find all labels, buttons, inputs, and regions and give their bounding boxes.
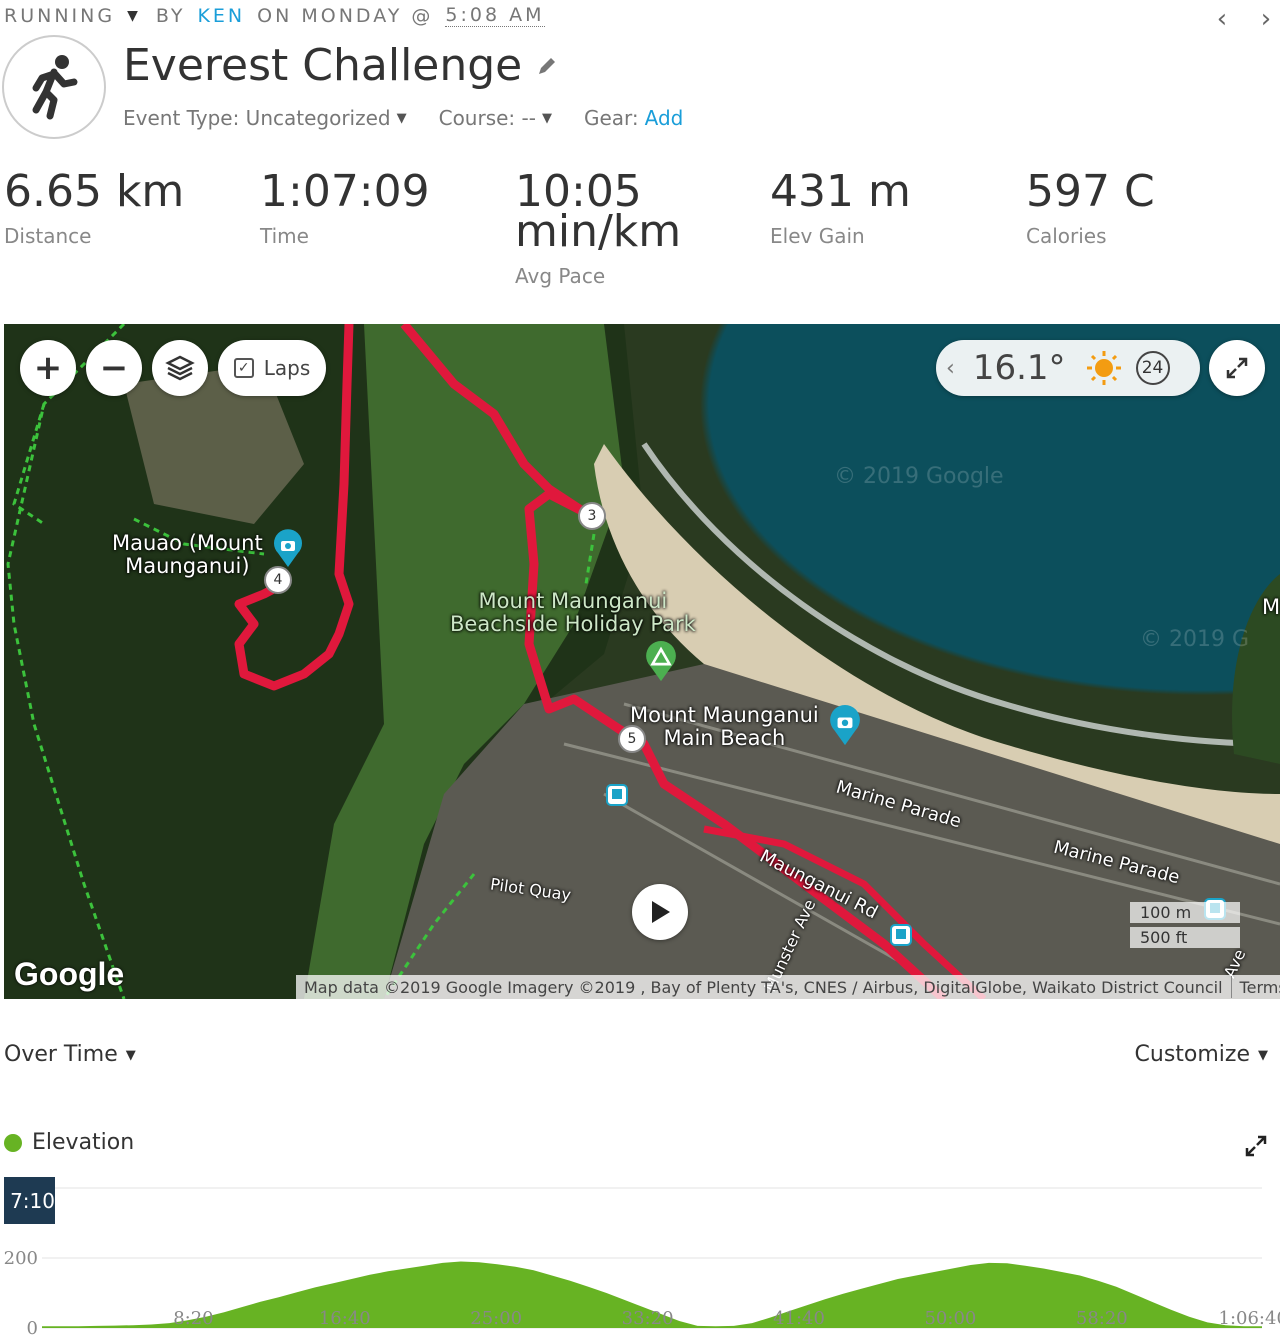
author-link[interactable]: KEN	[197, 5, 245, 27]
stat-elev-gain: 431 m Elev Gain	[770, 166, 911, 249]
edit-pencil-icon[interactable]	[536, 55, 558, 77]
gear-field: Gear: Add	[584, 106, 683, 130]
route-map[interactable]: © 2019 Google © 2019 G + − ✓ Laps ‹ 16.1…	[4, 324, 1280, 999]
customize-label: Customize	[1134, 1042, 1250, 1067]
caret-down-icon: ▼	[541, 110, 552, 126]
add-gear-link[interactable]: Add	[645, 106, 684, 130]
running-activity-icon	[2, 35, 106, 139]
caret-down-icon: ▼	[1258, 1047, 1268, 1063]
layers-icon	[165, 355, 195, 381]
stat-value: 10:05 min/km	[515, 166, 682, 257]
legend-dot-icon	[4, 1133, 22, 1152]
x-tick-label: 1:06:40	[1219, 1308, 1280, 1329]
map-attribution: Map data ©2019 Google Imagery ©2019 , Ba…	[296, 975, 1280, 999]
x-tick-label: 41:40	[773, 1308, 825, 1329]
next-activity-icon[interactable]: ›	[1254, 4, 1278, 34]
map-layers-button[interactable]	[152, 340, 208, 396]
chart-hover-time: 7:10	[4, 1177, 55, 1224]
stat-value: 431 m	[770, 166, 911, 217]
stat-time: 1:07:09 Time	[260, 166, 430, 249]
stat-value: 1:07:09	[260, 166, 430, 217]
stat-label: Avg Pace	[515, 264, 606, 288]
google-logo: Google	[14, 956, 125, 992]
stat-calories: 597 C Calories	[1026, 166, 1155, 249]
start-time[interactable]: 5:08 AM	[445, 4, 545, 27]
x-tick-label: 58:20	[1076, 1308, 1128, 1329]
stat-distance: 6.65 km Distance	[4, 166, 185, 249]
temperature: 16.1°	[972, 348, 1066, 388]
photo-poi-icon[interactable]	[272, 529, 304, 569]
map-watermark: © 2019 Google	[834, 464, 1004, 489]
x-tick-label: 16:40	[319, 1308, 371, 1329]
stat-label: Distance	[4, 224, 92, 248]
lap-marker[interactable]: 4	[264, 566, 292, 594]
event-type-dropdown[interactable]: Event Type: Uncategorized ▼	[123, 106, 407, 130]
sun-icon	[1086, 351, 1121, 385]
scale-imperial: 500 ft	[1130, 927, 1240, 948]
zoom-out-button[interactable]: −	[86, 340, 142, 396]
x-tick-label: 8:20	[173, 1308, 213, 1329]
breadcrumb: RUNNING ▼ BY KEN ON MONDAY @ 5:08 AM	[4, 4, 545, 27]
photo-poi-icon[interactable]	[828, 704, 862, 748]
previous-activity-icon[interactable]: ‹	[1210, 4, 1234, 34]
label-mauao: Mauao (Mount Maunganui)	[112, 531, 263, 578]
laps-toggle[interactable]: ✓ Laps	[218, 340, 326, 396]
divider	[1230, 976, 1232, 998]
lap-marker[interactable]: 3	[578, 502, 606, 530]
weather-widget[interactable]: ‹ 16.1° 24	[936, 340, 1200, 396]
stat-label: Elev Gain	[770, 224, 865, 248]
title-text: Everest Challenge	[123, 40, 523, 91]
chart-expand-icon[interactable]	[1244, 1134, 1268, 1158]
y-tick-label: 0	[27, 1318, 38, 1339]
lap-marker[interactable]: 5	[618, 725, 646, 753]
activity-type-dropdown[interactable]: RUNNING	[4, 5, 115, 27]
checkbox-checked-icon: ✓	[233, 358, 254, 378]
event-type-label: Event Type: Uncategorized	[123, 106, 391, 130]
activity-title: Everest Challenge	[123, 40, 558, 91]
stat-value: 6.65 km	[4, 166, 185, 217]
stat-value: 597 C	[1026, 166, 1155, 217]
campground-poi-icon[interactable]	[644, 640, 678, 684]
hour-badge: 24	[1135, 351, 1170, 385]
caret-down-icon: ▼	[396, 110, 407, 126]
legend-label: Elevation	[32, 1130, 135, 1155]
course-dropdown[interactable]: Course: -- ▼	[439, 106, 552, 130]
caret-down-icon: ▼	[125, 1047, 136, 1063]
expand-icon	[1226, 357, 1248, 379]
map-watermark: © 2019 G	[1140, 627, 1250, 652]
activity-meta-row: Event Type: Uncategorized ▼ Course: -- ▼ G…	[123, 106, 715, 130]
laps-label: Laps	[263, 356, 311, 380]
x-tick-label: 50:00	[924, 1308, 976, 1329]
elevation-chart[interactable]: 02004008:2016:4025:0033:2041:4050:0058:2…	[0, 1170, 1280, 1342]
stat-avg-pace: 10:05 min/km Avg Pace	[515, 166, 682, 289]
bus-stop-icon[interactable]	[890, 924, 912, 946]
label-holiday-park: Mount Maunganui Beachside Holiday Park	[450, 589, 696, 636]
label-edge: M	[1262, 595, 1280, 619]
date-text: ON MONDAY @	[257, 4, 434, 27]
chart-view-dropdown[interactable]: Over Time ▼	[4, 1042, 136, 1067]
zoom-in-button[interactable]: +	[20, 340, 76, 396]
x-tick-label: 25:00	[470, 1308, 522, 1329]
chart-view-label: Over Time	[4, 1042, 118, 1067]
attribution-text: Map data ©2019 Google Imagery ©2019 , Ba…	[304, 977, 1223, 997]
x-tick-label: 33:20	[622, 1308, 674, 1329]
y-tick-label: 200	[4, 1248, 38, 1269]
stat-label: Calories	[1026, 224, 1107, 248]
by-text: BY	[155, 4, 186, 27]
chevron-left-icon[interactable]: ‹	[946, 356, 955, 381]
caret-down-icon[interactable]: ▼	[127, 8, 138, 24]
stat-label: Time	[260, 224, 309, 248]
play-icon	[652, 901, 670, 923]
customize-dropdown[interactable]: Customize ▼	[1135, 1042, 1268, 1067]
scale-metric: 100 m	[1130, 902, 1240, 923]
gear-label: Gear:	[583, 106, 639, 130]
bus-stop-icon[interactable]	[606, 784, 628, 806]
course-label: Course: --	[438, 106, 536, 130]
map-fullscreen-button[interactable]	[1209, 340, 1265, 396]
play-route-button[interactable]	[632, 884, 688, 940]
map-scale: 100 m 500 ft	[1130, 902, 1240, 952]
chart-legend[interactable]: Elevation	[4, 1130, 134, 1155]
terms-of-use-link[interactable]: Terms of Use	[1240, 978, 1280, 997]
label-main-beach: Mount Maunganui Main Beach	[630, 703, 819, 750]
